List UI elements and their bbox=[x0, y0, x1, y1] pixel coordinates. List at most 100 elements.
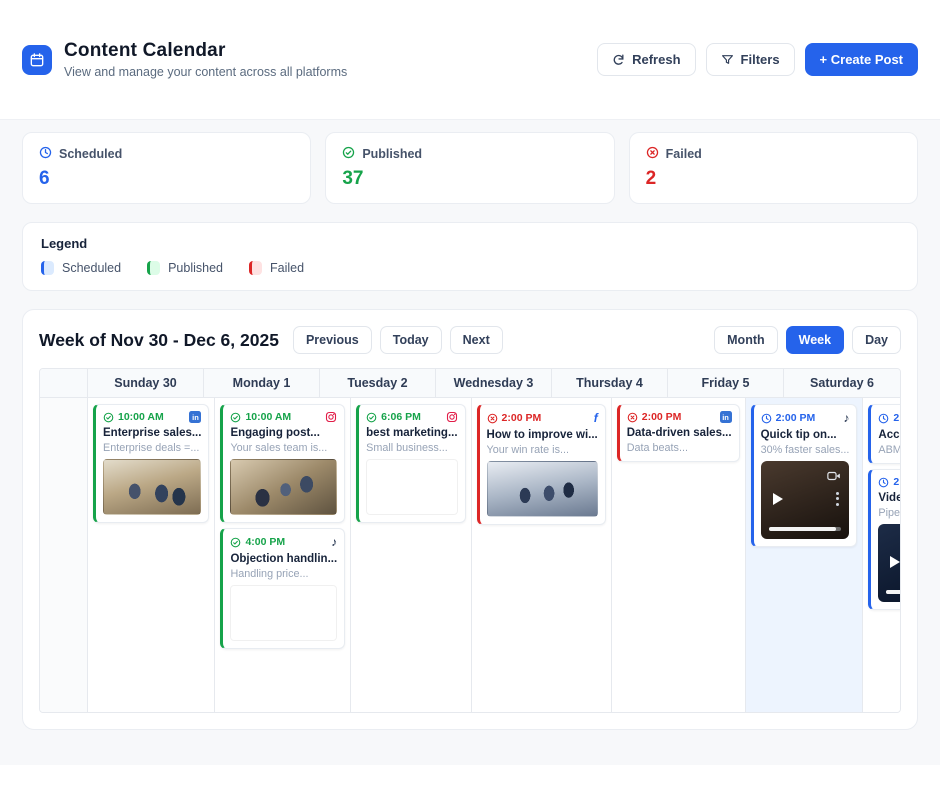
event-time: 2:00 PM bbox=[487, 412, 542, 424]
next-button[interactable]: Next bbox=[450, 326, 503, 354]
event-card[interactable]: 2:00 PM ♪ Quick tip on... 30% faster sal… bbox=[751, 404, 858, 547]
create-post-button[interactable]: + Create Post bbox=[805, 43, 918, 76]
event-card[interactable]: 4:00 PM ♪ Objection handlin... Handling … bbox=[220, 528, 345, 649]
view-day-button[interactable]: Day bbox=[852, 326, 901, 354]
published-count: 37 bbox=[342, 168, 597, 190]
clock-status-icon bbox=[761, 413, 772, 424]
event-description: 30% faster sales... bbox=[761, 444, 850, 456]
time-gutter-header bbox=[40, 369, 88, 398]
legend-title: Legend bbox=[41, 236, 899, 251]
view-week-button[interactable]: Week bbox=[786, 326, 844, 354]
check-status-icon bbox=[366, 412, 377, 423]
day-header-tuesday: Tuesday 2 bbox=[320, 369, 436, 398]
play-icon[interactable] bbox=[890, 556, 900, 568]
event-title: best marketing... bbox=[366, 427, 457, 439]
event-card[interactable]: 2:00 PM f How to improve wi... Your win … bbox=[477, 404, 606, 525]
check-status-icon bbox=[103, 412, 114, 423]
event-time: 2:00 PM bbox=[761, 412, 816, 424]
view-switcher: Month Week Day bbox=[714, 326, 901, 354]
day-column-sunday[interactable]: 10:00 AM in Enterprise sales... Enterpri… bbox=[88, 398, 215, 712]
clock-status-icon bbox=[878, 477, 889, 488]
content-area: Scheduled 6 Published 37 Failed 2 Legend… bbox=[0, 120, 940, 765]
video-progress-bar bbox=[769, 527, 842, 531]
legend-card: Legend Scheduled Published Failed bbox=[22, 222, 918, 291]
day-column-tuesday[interactable]: 6:06 PM best marketing... Small business… bbox=[351, 398, 471, 712]
post-image bbox=[103, 459, 201, 515]
day-header-thursday: Thursday 4 bbox=[552, 369, 668, 398]
instagram-icon bbox=[325, 411, 337, 423]
stats-row: Scheduled 6 Published 37 Failed 2 bbox=[22, 132, 918, 204]
event-card[interactable]: 2:00 PM Video script about... Pipeline F… bbox=[868, 469, 901, 610]
legend-swatch bbox=[147, 261, 160, 275]
day-header-wednesday: Wednesday 3 bbox=[436, 369, 552, 398]
event-description: Data beats... bbox=[627, 442, 732, 454]
clock-icon bbox=[39, 146, 52, 162]
event-description: Your sales team is... bbox=[230, 442, 337, 454]
day-column-saturday[interactable]: 2:00 PM f Account-based... ABM delivers … bbox=[863, 398, 901, 712]
day-column-friday[interactable]: 2:00 PM ♪ Quick tip on... 30% faster sal… bbox=[746, 398, 864, 712]
facebook-icon: f bbox=[594, 411, 598, 425]
event-card[interactable]: 2:00 PM in Data-driven sales... Data bea… bbox=[617, 404, 740, 462]
event-card[interactable]: 10:00 AM Engaging post... Your sales tea… bbox=[220, 404, 345, 523]
event-description: Enterprise deals =... bbox=[103, 442, 201, 454]
event-card[interactable]: 2:00 PM f Account-based... ABM delivers … bbox=[868, 404, 901, 464]
day-column-wednesday[interactable]: 2:00 PM f How to improve wi... Your win … bbox=[472, 398, 612, 712]
video-thumbnail[interactable] bbox=[761, 461, 850, 539]
legend-swatch bbox=[249, 261, 262, 275]
event-time: 6:06 PM bbox=[366, 411, 421, 423]
event-time: 2:00 PM bbox=[627, 411, 682, 423]
event-title: Engaging post... bbox=[230, 427, 337, 439]
video-menu-icon[interactable] bbox=[836, 489, 839, 508]
page-title: Content Calendar bbox=[64, 40, 347, 62]
event-description: Your win rate is... bbox=[487, 444, 598, 456]
event-time: 10:00 AM bbox=[103, 411, 164, 423]
day-body-row: 10:00 AM in Enterprise sales... Enterpri… bbox=[40, 398, 900, 712]
view-month-button[interactable]: Month bbox=[714, 326, 777, 354]
filter-icon bbox=[721, 53, 734, 66]
day-header-sunday: Sunday 30 bbox=[88, 369, 204, 398]
clock-status-icon bbox=[878, 413, 889, 424]
post-image bbox=[366, 459, 457, 515]
time-gutter bbox=[40, 398, 88, 712]
event-card[interactable]: 6:06 PM best marketing... Small business… bbox=[356, 404, 465, 523]
event-title: Objection handlin... bbox=[230, 553, 337, 565]
day-header-monday: Monday 1 bbox=[204, 369, 320, 398]
legend-swatch bbox=[41, 261, 54, 275]
refresh-button[interactable]: Refresh bbox=[597, 43, 695, 76]
event-time: 2:00 PM bbox=[878, 412, 901, 424]
event-time: 2:00 PM bbox=[878, 476, 901, 488]
calendar-panel: Week of Nov 30 - Dec 6, 2025 Previous Tod… bbox=[22, 309, 918, 730]
refresh-icon bbox=[612, 53, 625, 66]
stat-card-scheduled: Scheduled 6 bbox=[22, 132, 311, 204]
post-image bbox=[230, 459, 337, 515]
day-column-thursday[interactable]: 2:00 PM in Data-driven sales... Data bea… bbox=[612, 398, 746, 712]
day-column-monday[interactable]: 10:00 AM Engaging post... Your sales tea… bbox=[215, 398, 351, 712]
event-title: How to improve wi... bbox=[487, 429, 598, 441]
x-status-icon bbox=[487, 413, 498, 424]
event-time: 4:00 PM bbox=[230, 536, 285, 548]
check-status-icon bbox=[230, 412, 241, 423]
x-circle-icon bbox=[646, 146, 659, 162]
previous-button[interactable]: Previous bbox=[293, 326, 372, 354]
failed-count: 2 bbox=[646, 168, 901, 190]
x-status-icon bbox=[627, 412, 638, 423]
event-card[interactable]: 10:00 AM in Enterprise sales... Enterpri… bbox=[93, 404, 209, 523]
filters-button[interactable]: Filters bbox=[706, 43, 795, 76]
event-title: Quick tip on... bbox=[761, 429, 850, 441]
play-icon[interactable] bbox=[773, 493, 783, 505]
event-description: Small business... bbox=[366, 442, 457, 454]
legend-items: Scheduled Published Failed bbox=[41, 261, 899, 275]
video-thumbnail[interactable] bbox=[878, 524, 901, 602]
page-header: Content Calendar View and manage your co… bbox=[0, 0, 940, 120]
tiktok-icon: ♪ bbox=[843, 411, 849, 425]
linkedin-icon: in bbox=[189, 411, 201, 423]
calendar-app-icon bbox=[22, 45, 52, 75]
event-title: Video script about... bbox=[878, 492, 901, 504]
today-button[interactable]: Today bbox=[380, 326, 442, 354]
calendar-nav: Previous Today Next bbox=[293, 326, 503, 354]
day-header-friday: Friday 5 bbox=[668, 369, 784, 398]
day-header-row: Sunday 30Monday 1Tuesday 2Wednesday 3Thu… bbox=[40, 369, 900, 398]
event-description: Handling price... bbox=[230, 568, 337, 580]
week-range-title: Week of Nov 30 - Dec 6, 2025 bbox=[39, 330, 279, 351]
scheduled-count: 6 bbox=[39, 168, 294, 190]
